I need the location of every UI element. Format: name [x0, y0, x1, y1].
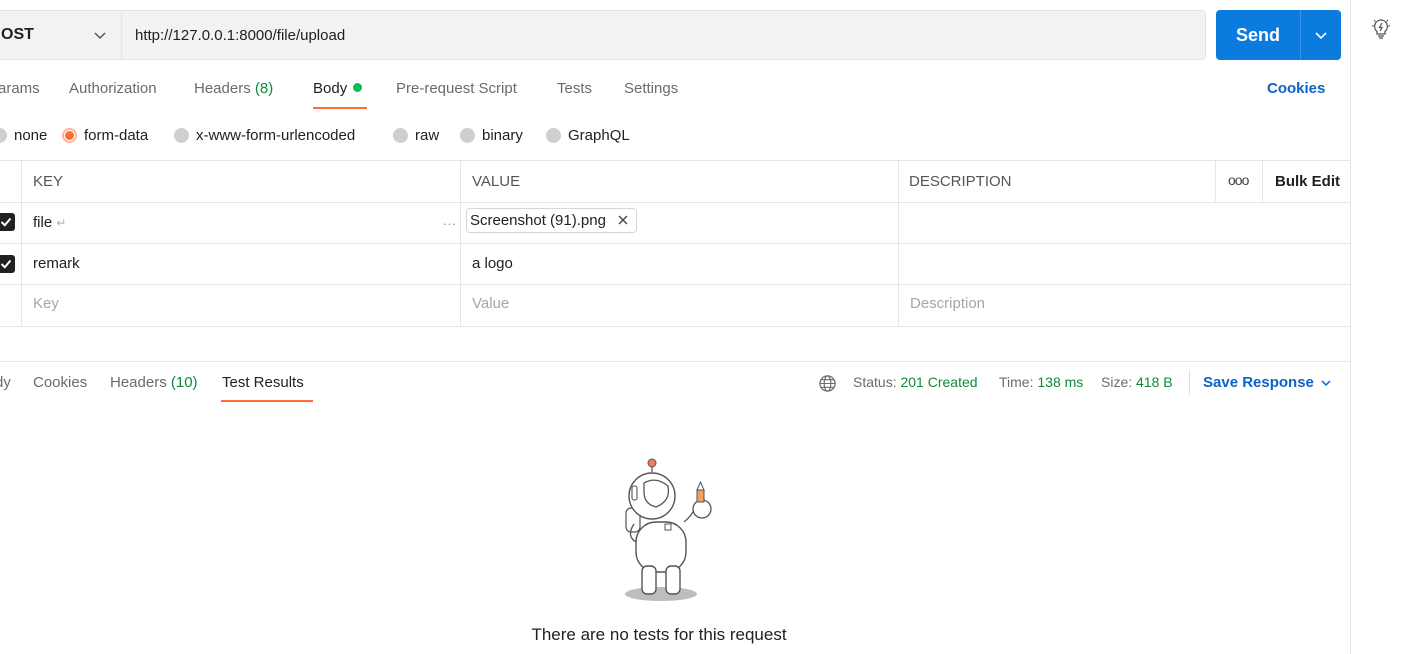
close-icon[interactable]	[617, 214, 629, 226]
table-col-divider	[460, 160, 461, 326]
url-input[interactable]: http://127.0.0.1:8000/file/upload	[121, 10, 1206, 60]
response-tab-body[interactable]: dy	[0, 374, 11, 391]
tab-prerequest-script[interactable]: Pre-request Script	[396, 80, 517, 97]
row-checkbox[interactable]	[0, 213, 15, 231]
row-key-text: file	[33, 214, 53, 231]
column-header-key: KEY	[33, 173, 64, 190]
tab-headers-label: Headers	[194, 80, 251, 97]
response-tab-headers[interactable]: Headers (10)	[110, 374, 198, 391]
active-response-tab-underline	[221, 400, 313, 402]
radio-urlencoded[interactable]: x-www-form-urlencoded	[174, 127, 355, 144]
table-row-value[interactable]: a logo	[472, 255, 513, 272]
size-label: Size:	[1101, 374, 1133, 390]
radio-urlencoded-dot	[174, 128, 189, 143]
cookies-link[interactable]: Cookies	[1267, 80, 1325, 97]
size-readout[interactable]: Size: 418 B	[1101, 374, 1173, 390]
tab-body[interactable]: Body	[313, 80, 363, 97]
lightbulb-icon[interactable]	[1369, 16, 1393, 40]
bulk-edit-button[interactable]: Bulk Edit	[1275, 173, 1340, 190]
key-type-menu-icon[interactable]: ...	[443, 213, 457, 228]
column-header-description: DESCRIPTION	[909, 173, 1012, 190]
column-header-value: VALUE	[472, 173, 521, 190]
checkmark-icon	[0, 217, 12, 227]
tab-authorization[interactable]: Authorization	[69, 80, 157, 97]
send-button-group: Send	[1216, 10, 1341, 60]
chevron-down-icon	[1321, 380, 1331, 387]
radio-raw-label: raw	[415, 127, 440, 144]
response-headers-count: (10)	[170, 374, 198, 391]
radio-raw-dot	[393, 128, 408, 143]
row-checkbox[interactable]	[0, 255, 15, 273]
table-row-key[interactable]: file ↵	[33, 214, 66, 231]
body-active-dot	[353, 83, 363, 92]
size-value: 418 B	[1136, 374, 1173, 390]
status-value: 201 Created	[900, 374, 978, 390]
radio-form-data[interactable]: form-data	[62, 127, 148, 144]
empty-tests-message: There are no tests for this request	[531, 625, 787, 644]
status-label: Status:	[853, 374, 897, 390]
value-input[interactable]: Value	[472, 295, 509, 312]
astronaut-illustration	[625, 458, 712, 601]
send-button[interactable]: Send	[1216, 10, 1300, 60]
method-label: OST	[1, 26, 34, 43]
table-border-row1	[0, 243, 1350, 244]
radio-binary[interactable]: binary	[460, 127, 523, 144]
response-tab-headers-label: Headers	[110, 374, 167, 391]
return-icon: ↵	[56, 216, 67, 230]
table-border-top	[0, 160, 1350, 161]
radio-graphql-label: GraphQL	[568, 127, 630, 144]
table-border-header	[0, 202, 1350, 203]
time-label: Time:	[999, 374, 1034, 390]
key-input[interactable]: Key	[33, 295, 59, 312]
tab-tests[interactable]: Tests	[557, 80, 592, 97]
time-value: 138 ms	[1037, 374, 1084, 390]
table-col-divider	[1215, 160, 1216, 202]
radio-form-data-dot	[62, 128, 77, 143]
table-col-divider	[1262, 160, 1263, 202]
file-chip-label: Screenshot (91).png	[470, 212, 606, 229]
radio-graphql[interactable]: GraphQL	[546, 127, 630, 144]
url-text: http://127.0.0.1:8000/file/upload	[135, 26, 346, 44]
radio-none-dot	[0, 128, 7, 143]
request-workspace: OST http://127.0.0.1:8000/file/upload Se…	[0, 0, 1350, 654]
save-response-label: Save Response	[1203, 374, 1314, 391]
time-readout[interactable]: Time: 138 ms	[999, 374, 1083, 390]
radio-urlencoded-label: x-www-form-urlencoded	[196, 127, 356, 144]
globe-icon[interactable]	[818, 374, 837, 393]
radio-graphql-dot	[546, 128, 561, 143]
active-tab-underline	[313, 107, 367, 109]
table-border-row2	[0, 284, 1350, 285]
chevron-down-icon	[1315, 32, 1327, 40]
table-col-divider	[21, 160, 22, 326]
right-sidebar	[1350, 0, 1411, 654]
table-col-divider	[898, 160, 899, 326]
save-response-button[interactable]: Save Response	[1203, 374, 1332, 391]
file-chip[interactable]: Screenshot (91).png	[466, 208, 637, 233]
more-options-button[interactable]: ooo	[1228, 172, 1249, 188]
tab-settings[interactable]: Settings	[624, 80, 678, 97]
description-input[interactable]: Description	[910, 295, 985, 312]
request-tabs: arams Authorization Headers (8) Body Pre…	[0, 76, 1350, 110]
headers-count: (8)	[254, 80, 274, 97]
response-tab-cookies[interactable]: Cookies	[33, 374, 87, 391]
table-row-key[interactable]: remark	[33, 255, 80, 272]
chevron-down-icon	[94, 32, 106, 40]
tab-headers[interactable]: Headers (8)	[194, 80, 273, 97]
radio-none[interactable]: none	[0, 127, 47, 144]
radio-raw[interactable]: raw	[393, 127, 439, 144]
method-select[interactable]: OST	[0, 10, 121, 60]
send-dropdown-button[interactable]	[1301, 10, 1341, 60]
tab-body-label: Body	[313, 80, 348, 97]
radio-form-data-label: form-data	[84, 127, 149, 144]
radio-binary-label: binary	[482, 127, 523, 144]
radio-none-label: none	[14, 127, 48, 144]
table-border-bottom	[0, 326, 1350, 327]
status-readout[interactable]: Status: 201 Created	[853, 374, 978, 390]
tab-params[interactable]: arams	[0, 80, 40, 97]
status-separator	[1189, 370, 1190, 395]
checkmark-icon	[0, 259, 12, 269]
response-divider	[0, 361, 1350, 362]
radio-binary-dot	[460, 128, 475, 143]
response-tab-test-results[interactable]: Test Results	[222, 374, 304, 391]
